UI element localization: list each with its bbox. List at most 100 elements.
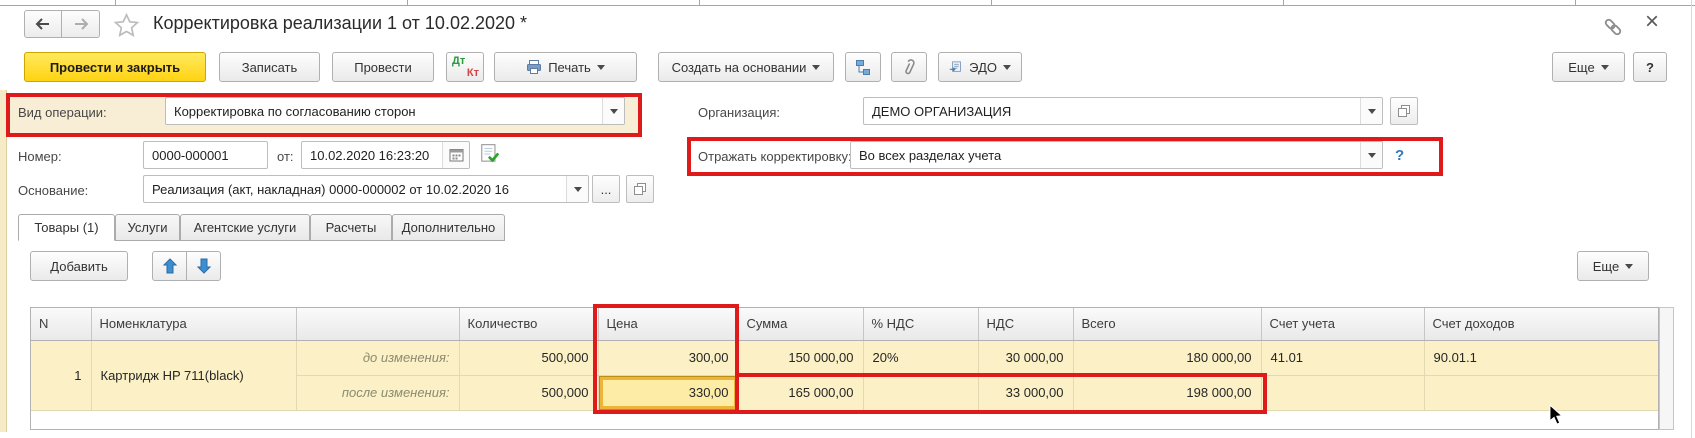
cell-row-number[interactable]: 1 xyxy=(31,340,92,411)
move-row-down-button[interactable] xyxy=(186,251,221,281)
create-based-on-button[interactable]: Создать на основании xyxy=(658,52,834,82)
col-amount[interactable]: Сумма xyxy=(738,308,864,341)
cell-income-account[interactable]: 90.01.1 xyxy=(1424,340,1658,376)
save-label: Записать xyxy=(241,59,298,75)
dropdown-button[interactable] xyxy=(1360,98,1382,124)
post-button[interactable]: Провести xyxy=(332,52,434,82)
help-button[interactable]: ? xyxy=(1633,52,1667,82)
post-and-close-button[interactable]: Провести и закрыть xyxy=(24,52,206,82)
printer-icon xyxy=(527,60,542,74)
number-field[interactable]: 0000-000001 xyxy=(143,141,268,169)
col-total[interactable]: Всего xyxy=(1073,308,1262,341)
tab-label: Товары (1) xyxy=(34,220,99,235)
organization-open-button[interactable] xyxy=(1390,97,1418,125)
cell-quantity[interactable]: 500,000 xyxy=(459,375,599,411)
cell-change-label[interactable]: до изменения: xyxy=(296,340,460,376)
move-row-up-button[interactable] xyxy=(152,251,187,281)
reflect-adjustment-field[interactable]: Во всех разделах учета xyxy=(850,141,1383,169)
edo-button[interactable]: ЭДО xyxy=(938,52,1022,82)
calendar-button[interactable] xyxy=(442,142,469,168)
background-grid-sliver xyxy=(0,0,1695,6)
cell-vat[interactable]: 33 000,00 xyxy=(978,375,1074,411)
tab-agent-services[interactable]: Агентские услуги xyxy=(180,214,310,241)
dropdown-button[interactable] xyxy=(602,98,624,124)
reflect-help-icon[interactable]: ? xyxy=(1395,147,1404,164)
chevron-down-icon xyxy=(1367,109,1376,118)
forward-button[interactable] xyxy=(62,10,100,38)
table-vertical-scrollbar[interactable] xyxy=(1659,307,1674,430)
post-label: Провести xyxy=(354,59,412,75)
cell-total[interactable]: 198 000,00 xyxy=(1073,375,1262,411)
tab-label: Расчеты xyxy=(325,220,377,235)
open-in-form-icon xyxy=(634,183,646,195)
cell-amount[interactable]: 165 000,00 xyxy=(738,375,864,411)
cell-amount[interactable]: 150 000,00 xyxy=(738,340,864,376)
date-field[interactable]: 10.02.2020 16:23:20 xyxy=(301,141,470,169)
col-income-account[interactable]: Счет доходов xyxy=(1424,308,1658,341)
close-icon[interactable]: × xyxy=(1645,8,1659,36)
cell-account[interactable]: 41.01 xyxy=(1261,340,1425,376)
cell-price[interactable]: 300,00 xyxy=(598,340,739,376)
cell-vat-rate[interactable]: 20% xyxy=(863,340,979,376)
cell-nomenclature[interactable]: Картридж HP 711(black) xyxy=(91,340,297,411)
basis-value: Реализация (акт, накладная) 0000-000002 … xyxy=(152,181,510,197)
attachments-button[interactable] xyxy=(891,52,927,82)
date-label: от: xyxy=(277,149,294,164)
col-account[interactable]: Счет учета xyxy=(1261,308,1425,341)
grid-tick xyxy=(699,0,700,5)
cell-income-account[interactable] xyxy=(1424,375,1658,411)
back-button[interactable] xyxy=(24,10,62,38)
mouse-cursor xyxy=(1549,404,1563,425)
col-vat-rate[interactable]: % НДС xyxy=(863,308,979,341)
tab-goods[interactable]: Товары (1) xyxy=(18,214,115,241)
tab-services[interactable]: Услуги xyxy=(115,214,180,241)
document-window: Корректировка реализации 1 от 10.02.2020… xyxy=(0,0,1695,438)
dtkt-postings-button[interactable]: Дт Кт xyxy=(446,52,484,82)
related-documents-button[interactable] xyxy=(845,52,881,82)
paperclip-icon xyxy=(905,59,915,75)
operation-kind-field[interactable]: Корректировка по согласованию сторон xyxy=(165,97,625,125)
cell-price-selected[interactable]: 330,00 xyxy=(598,375,739,411)
create-based-on-label: Создать на основании xyxy=(671,59,807,75)
col-price[interactable]: Цена xyxy=(598,308,739,341)
dropdown-button[interactable] xyxy=(1360,142,1382,168)
arrow-right-icon xyxy=(74,18,88,30)
dtkt-icon: Дт Кт xyxy=(447,53,483,81)
organization-field[interactable]: ДЕМО ОРГАНИЗАЦИЯ xyxy=(863,97,1383,125)
post-and-close-label: Провести и закрыть xyxy=(49,59,181,75)
save-button[interactable]: Записать xyxy=(219,52,320,82)
number-value: 0000-000001 xyxy=(152,147,229,163)
favorite-star-icon[interactable] xyxy=(113,12,140,39)
table-empty-row xyxy=(31,410,1658,429)
basis-open-button[interactable] xyxy=(626,175,654,203)
table-more-button[interactable]: Еще xyxy=(1577,251,1649,281)
dropdown-button[interactable] xyxy=(566,176,588,202)
cell-quantity[interactable]: 500,000 xyxy=(459,340,599,376)
grid-tick xyxy=(991,0,992,5)
col-quantity[interactable]: Количество xyxy=(459,308,599,341)
cell-vat[interactable]: 30 000,00 xyxy=(978,340,1074,376)
organization-value: ДЕМО ОРГАНИЗАЦИЯ xyxy=(872,103,1012,119)
col-nomenclature[interactable]: Номенклатура xyxy=(91,308,297,341)
basis-choose-button[interactable]: ... xyxy=(592,175,620,203)
col-change[interactable] xyxy=(296,308,460,341)
tab-additional[interactable]: Дополнительно xyxy=(392,214,505,241)
chevron-down-icon xyxy=(812,65,821,74)
set-number-document-check-icon[interactable] xyxy=(479,143,501,165)
cell-total[interactable]: 180 000,00 xyxy=(1073,340,1262,376)
get-link-icon[interactable] xyxy=(1601,15,1625,39)
tab-settlements[interactable]: Расчеты xyxy=(310,214,392,241)
more-button[interactable]: Еще xyxy=(1552,52,1625,82)
open-in-form-icon xyxy=(1398,105,1410,117)
page-title: Корректировка реализации 1 от 10.02.2020… xyxy=(153,13,528,33)
help-label: ? xyxy=(1646,59,1654,75)
chevron-down-icon xyxy=(1367,153,1376,162)
col-vat[interactable]: НДС xyxy=(978,308,1074,341)
col-n[interactable]: N xyxy=(31,308,92,341)
print-button[interactable]: Печать xyxy=(494,52,637,82)
add-row-button[interactable]: Добавить xyxy=(30,251,128,281)
cell-account[interactable] xyxy=(1261,375,1425,411)
cell-change-label[interactable]: после изменения: xyxy=(296,375,460,411)
cell-vat-rate[interactable] xyxy=(863,375,979,411)
basis-field[interactable]: Реализация (акт, накладная) 0000-000002 … xyxy=(143,175,589,203)
